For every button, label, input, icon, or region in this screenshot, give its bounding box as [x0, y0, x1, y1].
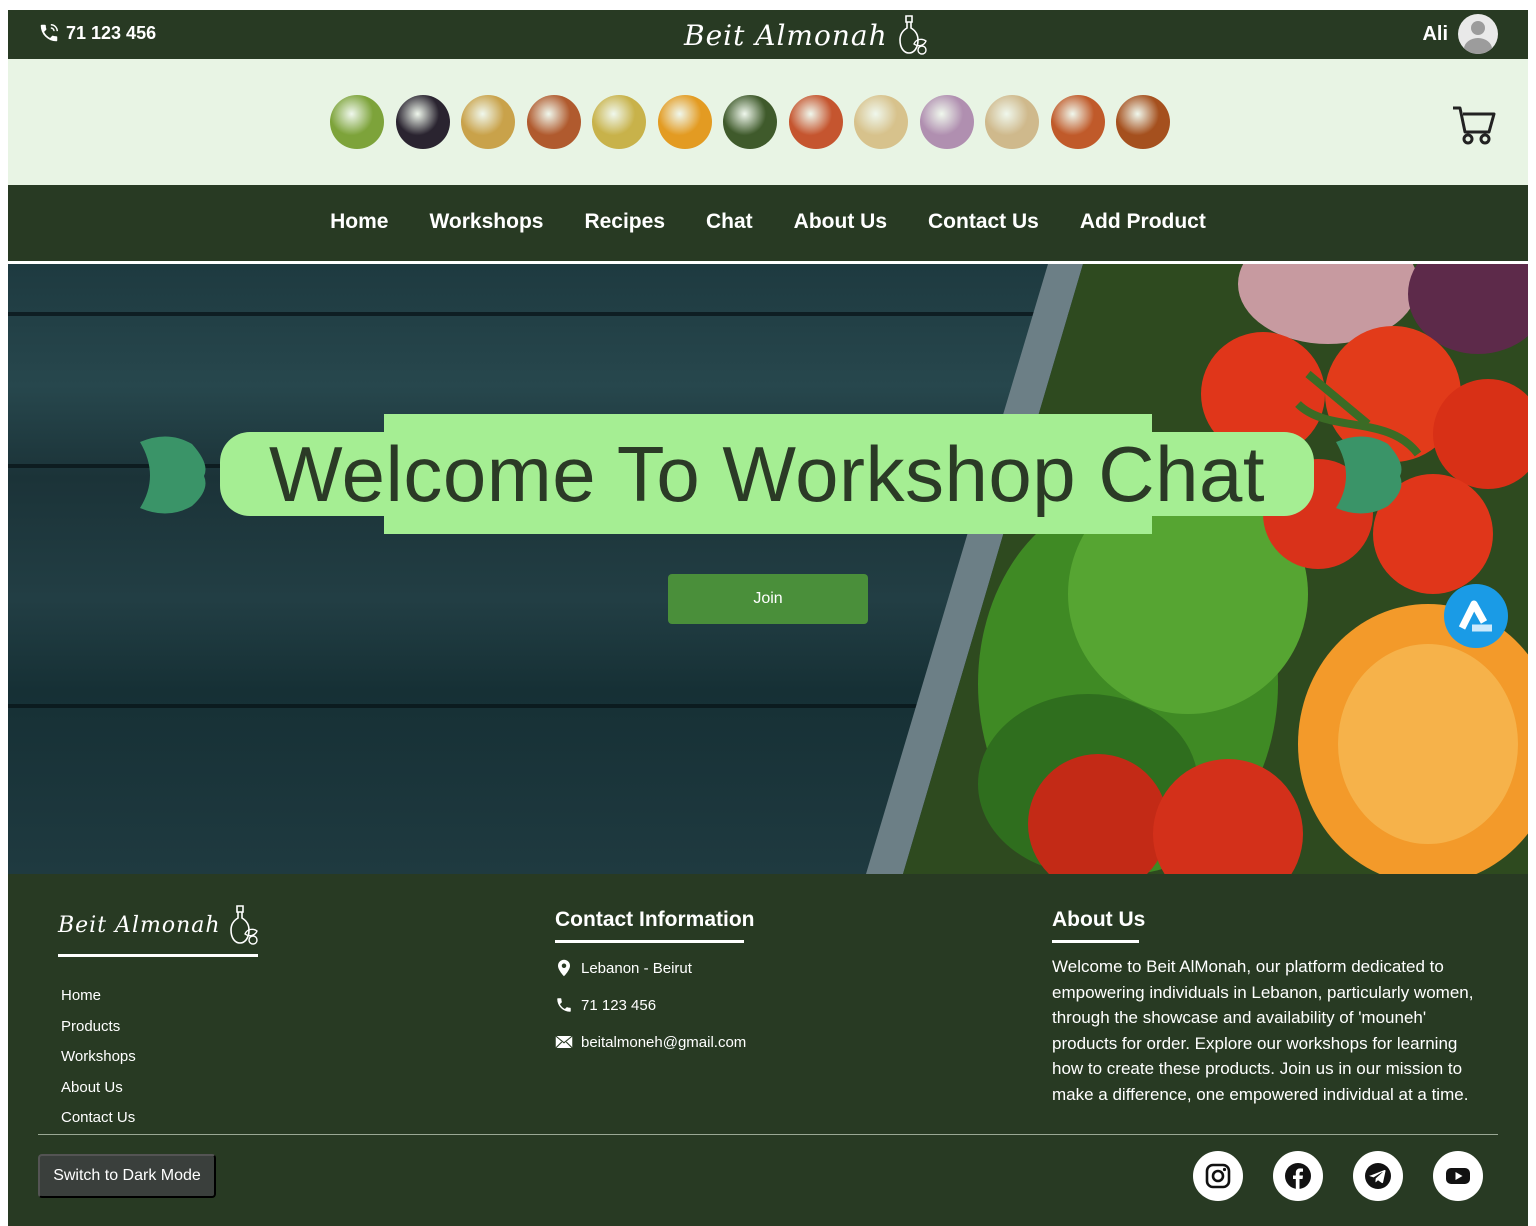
telegram-button[interactable]: [1353, 1151, 1403, 1201]
instagram-button[interactable]: [1193, 1151, 1243, 1201]
product-thumb-stuffed-vine-leaves[interactable]: [723, 95, 777, 149]
product-thumb-blackberries[interactable]: [395, 95, 450, 149]
telegram-icon: [1365, 1163, 1391, 1189]
brand-logo[interactable]: Beit Almonah: [684, 14, 930, 56]
hero-title: Welcome To Workshop Chat: [268, 430, 1266, 518]
contact-location: Lebanon - Beirut: [555, 959, 692, 977]
product-thumb-olive-oil[interactable]: [592, 95, 646, 149]
product-strip: [8, 59, 1528, 185]
chevron-left-decoration: [140, 436, 206, 514]
hero-section: Welcome To Workshop Chat Join: [8, 264, 1528, 874]
product-thumb-hummus[interactable]: [461, 95, 515, 149]
phone-text: 71 123 456: [581, 996, 657, 1014]
nav-workshops[interactable]: Workshops: [429, 210, 543, 234]
product-thumb-honeycomb[interactable]: [657, 95, 712, 149]
product-thumb-jam-jar[interactable]: [919, 95, 974, 149]
footer-brand-underline: [58, 954, 258, 957]
footer-link-contact-us[interactable]: Contact Us: [61, 1103, 136, 1134]
footer-link-workshops[interactable]: Workshops: [61, 1042, 136, 1073]
nav-add-product[interactable]: Add Product: [1080, 210, 1206, 234]
footer-link-home[interactable]: Home: [61, 981, 136, 1012]
cart-icon[interactable]: [1452, 105, 1496, 145]
youtube-icon: [1446, 1168, 1470, 1184]
location-pin-icon: [558, 959, 570, 977]
chevron-right-decoration: [1336, 436, 1402, 514]
top-phone-number: 71 123 456: [66, 22, 157, 43]
nav-home[interactable]: Home: [330, 210, 388, 234]
join-button[interactable]: Join: [668, 574, 868, 624]
top-bar: 71 123 456 Beit Almonah Ali: [8, 10, 1528, 59]
user-name: Ali: [1422, 22, 1448, 45]
assistant-icon: [1458, 600, 1492, 632]
facebook-button[interactable]: [1273, 1151, 1323, 1201]
product-thumb-soup[interactable]: [854, 95, 908, 149]
assistant-button[interactable]: [1444, 584, 1508, 648]
footer-brand-name: Beit Almonah: [58, 912, 221, 938]
about-text: Welcome to Beit AlMonah, our platform de…: [1052, 957, 1474, 1104]
brand-name: Beit Almonah: [684, 18, 888, 52]
envelope-icon: [555, 1035, 573, 1049]
vegetables-image: [866, 264, 1528, 874]
contact-phone[interactable]: 71 123 456: [555, 996, 656, 1014]
page: 71 123 456 Beit Almonah Ali Home Worksho…: [8, 10, 1528, 1226]
nav-chat[interactable]: Chat: [706, 210, 753, 234]
nav-recipes[interactable]: Recipes: [584, 210, 665, 234]
product-thumb-olives[interactable]: [330, 95, 384, 149]
footer-divider: [38, 1134, 1498, 1135]
nav-contact-us[interactable]: Contact Us: [928, 210, 1039, 234]
top-phone[interactable]: 71 123 456: [38, 22, 156, 44]
avatar[interactable]: [1458, 14, 1498, 54]
footer-link-about-us[interactable]: About Us: [61, 1073, 136, 1104]
youtube-button[interactable]: [1433, 1151, 1483, 1201]
contact-heading-underline: [555, 940, 744, 943]
user-menu[interactable]: Ali: [1422, 14, 1498, 54]
dark-mode-button[interactable]: Switch to Dark Mode: [38, 1154, 216, 1198]
contact-email[interactable]: beitalmoneh@gmail.com: [555, 1033, 746, 1051]
footer-links: Home Products Workshops About Us Contact…: [61, 981, 136, 1134]
footer: Beit Almonah Home Products Workshops Abo…: [8, 874, 1528, 1226]
nav-about-us[interactable]: About Us: [794, 210, 887, 234]
facebook-icon: [1285, 1163, 1311, 1189]
product-thumb-tabbouleh[interactable]: [788, 95, 843, 149]
phone-icon: [40, 24, 58, 42]
location-text: Lebanon - Beirut: [581, 959, 692, 977]
bottle-icon: [898, 15, 927, 55]
product-thumb-spice-jars[interactable]: [1050, 95, 1105, 149]
bottle-icon: [229, 905, 258, 945]
footer-link-products[interactable]: Products: [61, 1012, 136, 1043]
product-thumb-falafel[interactable]: [1116, 95, 1170, 149]
about-heading-underline: [1052, 940, 1139, 943]
email-text: beitalmoneh@gmail.com: [581, 1033, 747, 1051]
product-thumb-cinnamon[interactable]: [526, 95, 581, 149]
phone-icon: [557, 998, 571, 1012]
main-nav: Home Workshops Recipes Chat About Us Con…: [8, 185, 1528, 261]
footer-brand-logo[interactable]: Beit Almonah: [58, 904, 261, 946]
instagram-icon: [1205, 1163, 1231, 1189]
product-thumb-bread[interactable]: [985, 95, 1039, 149]
contact-heading: Contact Information: [555, 908, 755, 931]
about-heading: About Us: [1052, 908, 1146, 931]
